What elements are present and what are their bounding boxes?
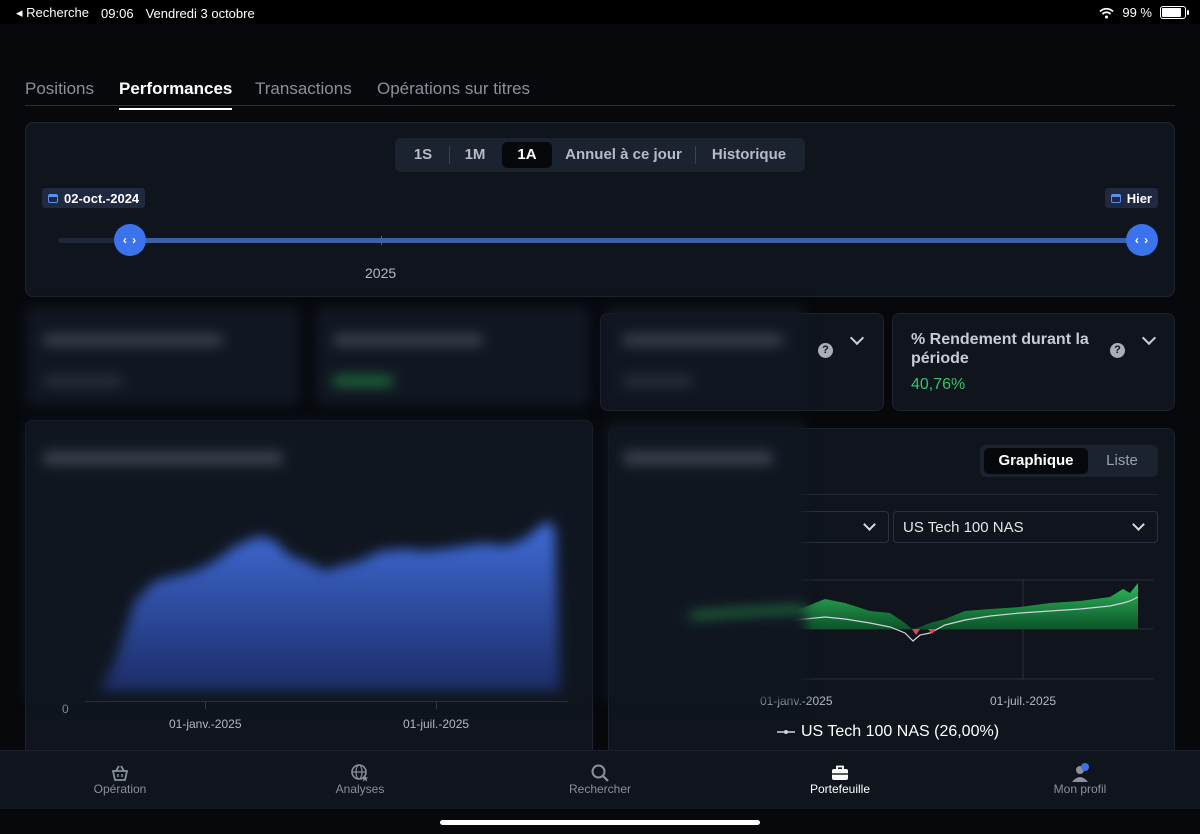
blurred-region xyxy=(25,306,806,700)
wifi-icon xyxy=(1099,7,1115,18)
benchmark-value: US Tech 100 NAS xyxy=(903,519,1024,536)
help-icon[interactable]: ? xyxy=(818,343,833,358)
nav-label: Opération xyxy=(93,782,147,796)
x-tick-label: 01-juil.-2025 xyxy=(990,694,1057,708)
tab-positions[interactable]: Positions xyxy=(25,79,94,99)
period-option-1m[interactable]: 1M xyxy=(451,142,499,168)
bottom-nav: Opération Analyses Rechercher Portefeuil… xyxy=(0,750,1200,809)
x-tick-label: 01-juil.-2025 xyxy=(403,717,470,731)
basket-icon xyxy=(111,765,129,781)
range-end-handle[interactable]: ‹ › xyxy=(1126,224,1158,256)
nav-label: Rechercher xyxy=(568,782,632,796)
status-bar: ◂ Recherche 09:06 Vendredi 3 octobre 99 … xyxy=(0,0,1200,24)
negative-area xyxy=(912,629,920,635)
chevron-down-icon xyxy=(863,518,876,531)
period-option-1a[interactable]: 1A xyxy=(502,142,552,168)
view-graphique[interactable]: Graphique xyxy=(984,448,1088,474)
tab-transactions[interactable]: Transactions xyxy=(255,79,352,99)
nav-rechercher[interactable]: Rechercher xyxy=(480,751,720,809)
benchmark-dropdown[interactable]: US Tech 100 NAS xyxy=(893,511,1158,543)
view-liste[interactable]: Liste xyxy=(1090,448,1154,474)
start-date-chip[interactable]: 02-oct.-2024 xyxy=(42,188,146,208)
kpi-value: 40,76% xyxy=(911,376,966,393)
chevron-down-icon[interactable] xyxy=(849,330,865,346)
tab-operations-sur-titres[interactable]: Opérations sur titres xyxy=(377,79,530,99)
nav-mon-profil[interactable]: Mon profil xyxy=(960,751,1200,809)
legend-line-icon xyxy=(777,730,795,734)
nav-label: Analyses xyxy=(335,782,385,796)
nav-label: Mon profil xyxy=(1053,782,1107,796)
help-icon[interactable]: ? xyxy=(1110,343,1125,358)
divider xyxy=(449,146,450,164)
tab-performances[interactable]: Performances xyxy=(119,79,233,110)
battery-icon xyxy=(1160,6,1189,19)
status-date: Vendredi 3 octobre xyxy=(145,5,255,21)
start-date: 02-oct.-2024 xyxy=(64,190,140,206)
globe-star-icon xyxy=(351,764,369,782)
battery-percent: 99 % xyxy=(1122,5,1152,20)
chevron-down-icon[interactable] xyxy=(1141,330,1157,346)
search-icon xyxy=(591,764,609,782)
nav-portefeuille[interactable]: Portefeuille xyxy=(720,751,960,809)
nav-analyses[interactable]: Analyses xyxy=(240,751,480,809)
chevron-down-icon xyxy=(1132,518,1145,531)
nav-label: Portefeuille xyxy=(809,782,871,796)
view-toggle: Graphique Liste xyxy=(980,445,1158,477)
profile-icon xyxy=(1072,763,1089,782)
period-option-ytd[interactable]: Annuel à ce jour xyxy=(555,142,692,168)
briefcase-icon xyxy=(832,765,848,780)
year-tick xyxy=(381,236,382,245)
period-selector: 1S 1M 1A Annuel à ce jour Historique xyxy=(395,138,805,172)
period-option-historique[interactable]: Historique xyxy=(697,142,801,168)
back-to-search-link[interactable]: ◂ Recherche xyxy=(16,5,89,21)
status-time: 09:06 xyxy=(101,5,134,21)
divider xyxy=(695,146,696,164)
end-date: Hier xyxy=(1126,190,1152,206)
end-date-chip[interactable]: Hier xyxy=(1104,188,1158,208)
kpi-card-rendement[interactable]: % Rendement durant la période ? 40,76% xyxy=(892,313,1175,411)
calendar-icon xyxy=(1110,193,1121,203)
nav-operation[interactable]: Opération xyxy=(0,751,240,809)
home-indicator[interactable] xyxy=(440,820,760,825)
calendar-icon xyxy=(48,193,58,203)
chart-legend: US Tech 100 NAS (26,00%) xyxy=(777,723,999,741)
range-start-handle[interactable]: ‹ › xyxy=(114,224,146,256)
legend-label: US Tech 100 NAS (26,00%) xyxy=(801,723,1000,740)
x-tick-label: 01-janv.-2025 xyxy=(169,717,242,731)
date-range-fill xyxy=(130,238,1142,243)
year-label: 2025 xyxy=(365,265,397,281)
tab-bar: Positions Performances Transactions Opér… xyxy=(25,76,1175,110)
kpi-title: % Rendement durant la période xyxy=(911,331,1089,367)
period-option-1s[interactable]: 1S xyxy=(399,142,447,168)
